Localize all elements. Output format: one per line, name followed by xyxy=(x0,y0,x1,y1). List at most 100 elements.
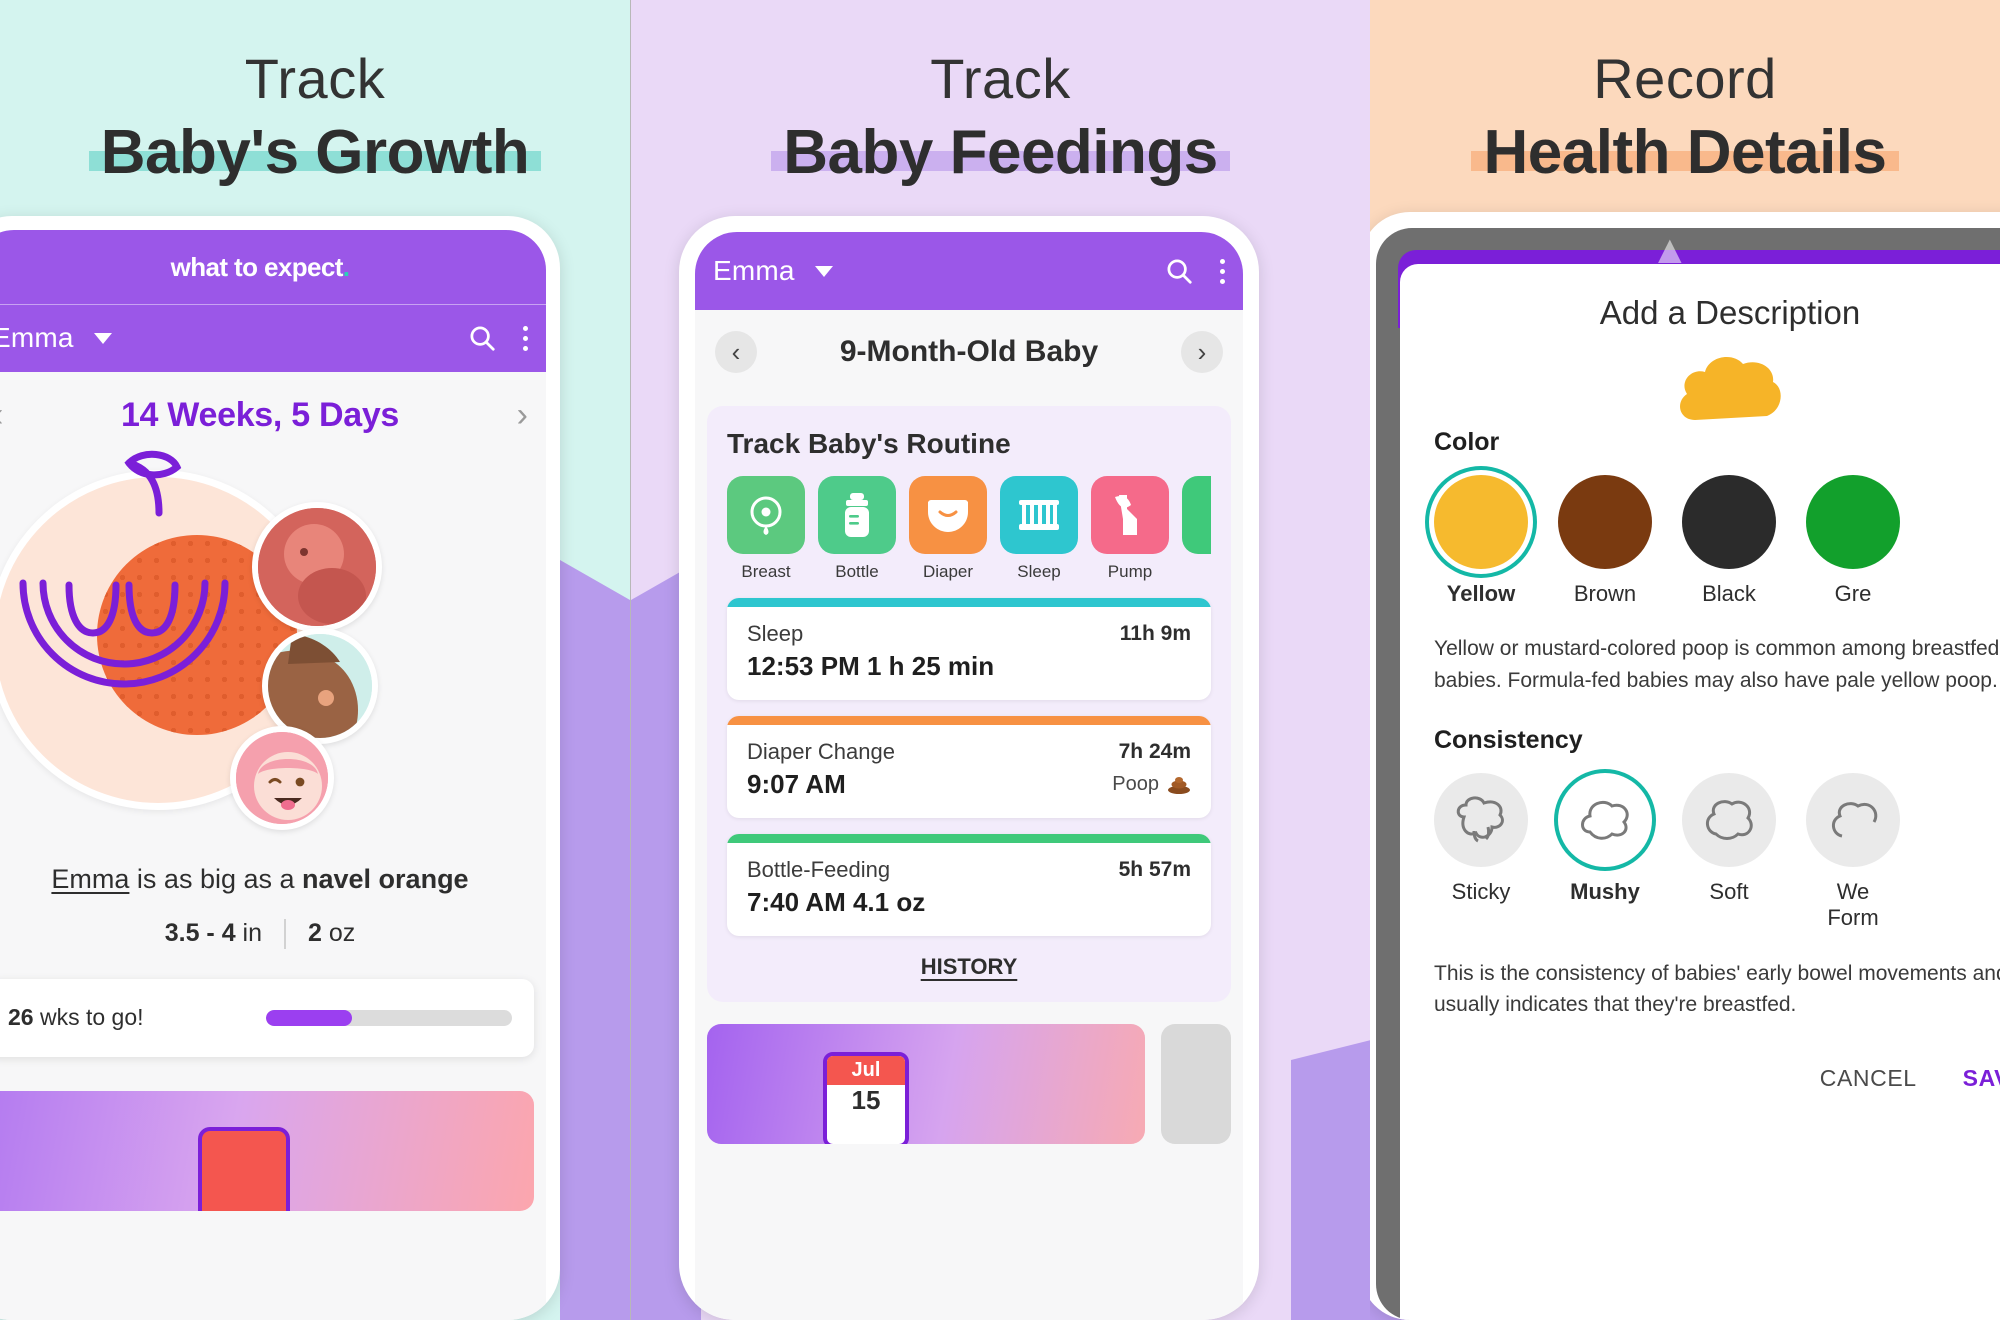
description-sheet: Add a Description Color Yellow Brown Bla… xyxy=(1400,264,2000,1320)
tracker-label: Bottle xyxy=(835,562,879,581)
panel-baby-feedings: Track Baby Feedings Emma ‹ 9-Month-Old B… xyxy=(630,0,1370,1320)
log-detail: 12:53 PM 1 h 25 min xyxy=(747,651,995,681)
chevron-down-icon[interactable] xyxy=(93,332,112,344)
tracker-bottle[interactable]: Bottle xyxy=(818,476,896,582)
calendar-chip xyxy=(198,1126,290,1211)
routine-card: Track Baby's Routine Breast Bottle Diape… xyxy=(707,406,1231,1002)
headline-1-small: Track xyxy=(244,47,386,110)
log-name: Bottle-Feeding xyxy=(747,857,891,882)
consistency-option-mushy[interactable]: Mushy xyxy=(1558,773,1652,905)
child-name-link[interactable]: Emma xyxy=(51,864,129,894)
save-button[interactable]: SAVE xyxy=(1963,1065,2000,1092)
cancel-button[interactable]: CANCEL xyxy=(1820,1065,1917,1092)
crib-icon xyxy=(1019,500,1059,530)
log-entry-sleep[interactable]: Sleep 11h 9m 12:53 PM 1 h 25 min xyxy=(727,598,1211,700)
consistency-option-sticky[interactable]: Sticky xyxy=(1434,773,1528,905)
log-note-text: Poop xyxy=(1112,773,1159,795)
measure-divider xyxy=(284,918,287,949)
log-note: Poop xyxy=(1112,773,1191,796)
calendar-promo-card[interactable]: Jul 15 xyxy=(707,1024,1145,1144)
tracker-breast[interactable]: Breast xyxy=(727,476,805,582)
progress-bar xyxy=(266,1009,512,1026)
chevron-left-icon[interactable]: ‹ xyxy=(0,398,3,432)
week-title: 14 Weeks, 5 Days xyxy=(120,395,400,434)
search-icon[interactable] xyxy=(467,323,497,353)
calendar-chip: Jul 15 xyxy=(823,1052,909,1144)
log-entry-diaper[interactable]: Diaper Change 7h 24m 9:07 AM Poop xyxy=(727,716,1211,818)
color-swatch-yellow[interactable]: Yellow xyxy=(1434,475,1528,607)
secondary-promo-card[interactable] xyxy=(1161,1024,1231,1144)
progress-bar-fill xyxy=(266,1009,353,1026)
diaper-icon xyxy=(928,500,968,532)
overflow-menu-icon[interactable] xyxy=(523,325,528,351)
headline-1-big: Baby's Growth xyxy=(100,117,530,187)
poop-icon xyxy=(1168,776,1190,794)
color-swatch-green[interactable]: Gre xyxy=(1806,475,1900,607)
progress-card[interactable]: 26 wks to go! xyxy=(0,978,534,1057)
calendar-promo-card[interactable] xyxy=(0,1090,534,1211)
app-store-screenshot: Track Baby's Growth what to expect. Emma xyxy=(0,0,2000,1320)
child-name-selector[interactable]: Emma xyxy=(713,255,795,287)
tracker-label: Diaper xyxy=(922,562,974,581)
color-swatch-brown[interactable]: Brown xyxy=(1558,475,1652,607)
length-value: 3.5 - 4 xyxy=(164,919,236,948)
consistency-dot xyxy=(1806,773,1900,867)
log-detail: 9:07 AM xyxy=(747,769,846,799)
color-dot xyxy=(1806,475,1900,569)
leaf-stem-icon xyxy=(124,450,182,517)
chevron-left-icon[interactable]: ‹ xyxy=(715,331,757,373)
search-icon[interactable] xyxy=(1164,256,1194,286)
color-dot xyxy=(1558,475,1652,569)
phone-2-app-bar: Emma xyxy=(695,232,1243,310)
color-description: Yellow or mustard-colored poop is common… xyxy=(1434,637,2000,692)
chevron-right-icon[interactable]: › xyxy=(517,398,528,432)
phone-1-app-bar: Emma xyxy=(0,304,546,372)
color-dot xyxy=(1434,475,1528,569)
sheet-title: Add a Description xyxy=(1599,294,1861,331)
baby-face-illustration xyxy=(236,732,328,824)
week-navigator: ‹ 14 Weeks, 5 Days › xyxy=(0,372,546,458)
tracker-pump[interactable]: Pump xyxy=(1091,476,1169,582)
tracker-diaper[interactable]: Diaper xyxy=(909,476,987,582)
phone-1-screen: what to expect. Emma ‹ 14 Weeks, 5 xyxy=(0,230,546,1320)
sticky-blob-icon xyxy=(1456,796,1504,843)
log-detail: 7:40 AM 4.1 oz xyxy=(747,887,926,917)
citrus-slice-icon xyxy=(19,579,229,688)
baby-face-thumb[interactable] xyxy=(230,726,334,830)
bottom-card-row: Jul 15 xyxy=(707,1024,1231,1144)
consistency-section-label: Consistency xyxy=(1434,726,1583,754)
history-link[interactable]: HISTORY xyxy=(727,936,1211,984)
tracker-label: Sleep xyxy=(1017,562,1061,581)
age-title: 9-Month-Old Baby xyxy=(839,335,1099,368)
child-name-selector[interactable]: Emma xyxy=(0,322,74,354)
tracker-more[interactable] xyxy=(1182,476,1211,582)
headline-2: Track Baby Feedings xyxy=(631,48,1370,187)
color-label: Brown xyxy=(1573,581,1637,606)
overflow-menu-icon[interactable] xyxy=(1220,258,1225,284)
log-color-bar xyxy=(727,716,1211,725)
log-elapsed: 5h 57m xyxy=(1118,858,1191,881)
consistency-option-soft[interactable]: Soft xyxy=(1682,773,1776,905)
fetus-photo-thumb[interactable] xyxy=(252,502,382,632)
measurements: 3.5 - 4 in 2 oz xyxy=(0,918,546,949)
soft-blob-icon xyxy=(1706,800,1753,840)
tracker-label: Pump xyxy=(1107,562,1153,581)
consistency-option-formed[interactable]: We Form xyxy=(1806,773,1900,932)
breast-feeding-icon xyxy=(750,496,782,535)
panel-baby-growth: Track Baby's Growth what to expect. Emma xyxy=(0,0,630,1320)
chevron-down-icon[interactable] xyxy=(814,265,833,277)
color-swatch-black[interactable]: Black xyxy=(1682,475,1776,607)
color-swatch-row: Yellow Brown Black Gre xyxy=(1434,475,2000,607)
log-color-bar xyxy=(727,834,1211,843)
fruit-illustration-area xyxy=(0,450,546,848)
phone-2-screen: Emma ‹ 9-Month-Old Baby › Track Baby's R… xyxy=(695,232,1243,1320)
tracker-label: Breast xyxy=(741,562,791,581)
log-entry-bottle[interactable]: Bottle-Feeding 5h 57m 7:40 AM 4.1 oz xyxy=(727,834,1211,936)
headline-2-big: Baby Feedings xyxy=(783,117,1218,187)
headline-1: Track Baby's Growth xyxy=(0,48,630,187)
chevron-right-icon[interactable]: › xyxy=(1181,331,1223,373)
weeks-to-go-label: 26 wks to go! xyxy=(8,1004,144,1031)
color-label: Yellow xyxy=(1446,581,1516,606)
fetus-illustration xyxy=(258,508,376,626)
tracker-sleep[interactable]: Sleep xyxy=(1000,476,1078,582)
